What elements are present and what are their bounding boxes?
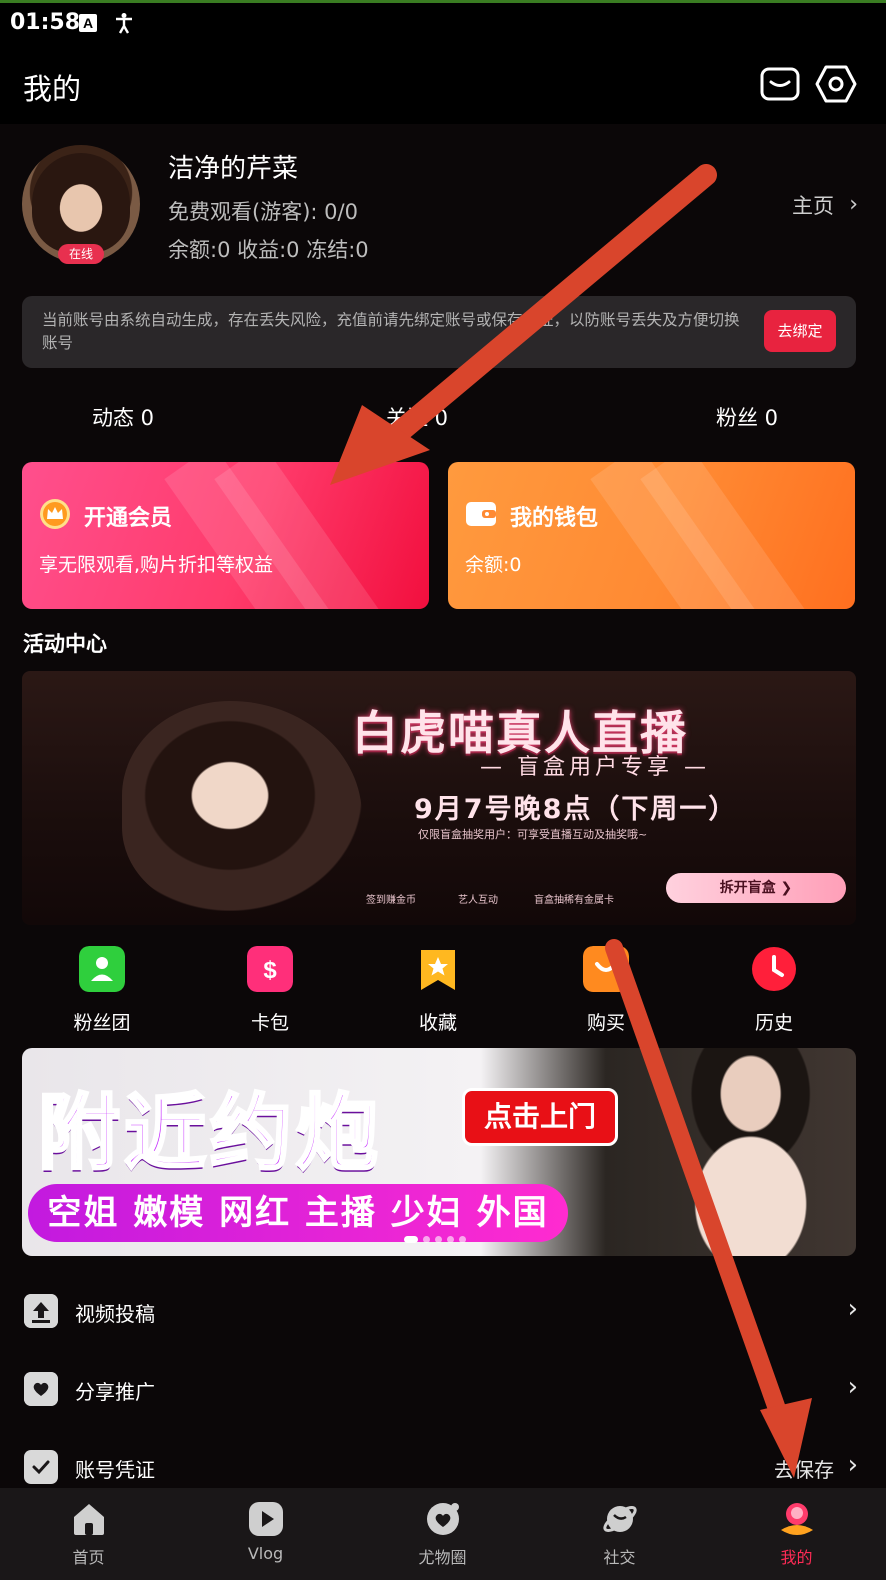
menu-label: 分享推广 — [75, 1380, 155, 1404]
home-link[interactable]: 主页 — [792, 190, 834, 220]
save-credential-link[interactable]: 去保存 — [774, 1454, 834, 1483]
tab-label: 社交 — [603, 1548, 636, 1567]
accessibility-icon — [116, 13, 132, 34]
promo-tags: 空姐 嫩模 网红 主播 少妇 外国 — [28, 1184, 568, 1242]
banner-feature-checkin: 签到赚金币 — [366, 895, 416, 906]
open-blindbox-button[interactable]: 拆开盲盒 ❯ — [666, 873, 846, 903]
crown-icon — [40, 499, 70, 529]
banner-model-image — [122, 701, 362, 911]
banner-subtitle: — 盲盒用户专享 — — [480, 755, 710, 780]
heart-bubble-icon — [427, 1503, 459, 1535]
page-title: 我的 — [23, 72, 82, 106]
wallet-card-balance: 余额:0 — [465, 554, 522, 576]
stat-following[interactable]: 关注 0 — [386, 402, 448, 432]
quick-purchases[interactable]: 购买 — [551, 944, 661, 1036]
profile-name: 洁净的芹菜 — [168, 154, 299, 184]
quick-label: 粉丝团 — [73, 1012, 131, 1034]
account-notice: 当前账号由系统自动生成，存在丢失风险，充值前请先绑定账号或保存凭证，以防账号丢失… — [22, 296, 856, 368]
top-bar: 我的 — [0, 44, 886, 124]
promo-headline: 附近约炮 — [36, 1085, 383, 1183]
promo-button[interactable]: 点击上门 — [462, 1088, 618, 1146]
status-bar: 01:58 A — [0, 0, 886, 44]
banner-fine-print: 仅限盲盒抽奖用户：可享受直播互动及抽奖哦~ — [418, 828, 648, 841]
share-heart-icon — [24, 1372, 58, 1406]
quick-label: 购买 — [586, 1012, 625, 1034]
quick-card-pack[interactable]: $ 卡包 — [215, 944, 325, 1036]
chevron-right-icon: › — [847, 1372, 858, 1402]
chevron-right-icon: › — [847, 1294, 858, 1324]
settings-icon[interactable] — [814, 62, 858, 106]
tab-label: Vlog — [247, 1544, 284, 1563]
tab-vlog[interactable]: Vlog — [177, 1488, 354, 1580]
stats-row: 动态 0 关注 0 粉丝 0 — [0, 398, 886, 438]
profile-balance: 余额:0 收益:0 冻结:0 — [168, 238, 369, 262]
quick-actions: 粉丝团 $ 卡包 收藏 购买 历史 — [0, 944, 886, 1036]
promo-banner[interactable]: 附近约炮 点击上门 空姐 嫩模 网红 主播 少妇 外国 — [22, 1048, 856, 1256]
profile-icon — [781, 1503, 813, 1535]
menu-label: 账号凭证 — [75, 1458, 155, 1482]
quick-label: 卡包 — [250, 1012, 289, 1034]
bottom-tab-bar: 首页 Vlog 尤物圈 社交 我的 — [0, 1488, 886, 1580]
status-time: 01:58 — [10, 10, 81, 35]
stat-fans[interactable]: 粉丝 0 — [716, 402, 778, 432]
coupon-icon: $ — [247, 946, 293, 992]
quick-favorites[interactable]: 收藏 — [383, 944, 493, 1036]
wallet-icon — [466, 502, 496, 526]
menu-video-upload[interactable]: 视频投稿 › — [0, 1276, 886, 1352]
quick-history[interactable]: 历史 — [719, 944, 829, 1036]
planet-icon — [603, 1506, 637, 1532]
promo-model-image — [622, 1048, 856, 1256]
quick-fan-club[interactable]: 粉丝团 — [47, 944, 157, 1036]
vip-card[interactable]: 开通会员 享无限观看,购片折扣等权益 — [22, 462, 429, 609]
chevron-right-icon: › — [847, 1450, 858, 1480]
font-a-icon: A — [79, 14, 97, 32]
profile-section: 洁净的芹菜 免费观看(游客): 0/0 余额:0 收益:0 冻结:0 主页 › — [0, 124, 886, 294]
clock-icon — [752, 947, 796, 991]
shopping-bag-icon — [583, 946, 629, 992]
shield-check-icon — [24, 1450, 58, 1484]
quick-label: 收藏 — [418, 1012, 457, 1034]
wallet-card[interactable]: 我的钱包 余额:0 — [448, 462, 855, 609]
svg-text:A: A — [83, 15, 93, 31]
vip-card-title: 开通会员 — [84, 506, 173, 531]
tab-home[interactable]: 首页 — [0, 1488, 177, 1580]
tab-label: 我的 — [780, 1548, 813, 1567]
banner-feature-blindbox: 盲盒抽稀有金属卡 — [534, 895, 614, 906]
tab-mine[interactable]: 我的 — [708, 1488, 885, 1580]
svg-text:$: $ — [263, 957, 277, 984]
menu-label: 视频投稿 — [75, 1302, 155, 1326]
tab-social[interactable]: 社交 — [531, 1488, 708, 1580]
home-icon — [74, 1504, 104, 1535]
online-badge: 在线 — [58, 244, 104, 264]
notice-text: 当前账号由系统自动生成，存在丢失风险，充值前请先绑定账号或保存凭证，以防账号丢失… — [42, 311, 740, 352]
tab-label: 首页 — [72, 1548, 105, 1567]
fan-club-icon — [79, 946, 125, 992]
profile-watch-count: 免费观看(游客): 0/0 — [168, 200, 358, 224]
upload-icon — [24, 1294, 58, 1328]
message-icon[interactable] — [758, 62, 802, 106]
stat-posts[interactable]: 动态 0 — [92, 402, 154, 432]
menu-share-promote[interactable]: 分享推广 › — [0, 1354, 886, 1430]
tab-beauty-circle[interactable]: 尤物圈 — [354, 1488, 531, 1580]
bind-account-button[interactable]: 去绑定 — [764, 310, 836, 352]
tab-label: 尤物圈 — [418, 1548, 467, 1567]
wallet-card-title: 我的钱包 — [510, 506, 599, 531]
carousel-dots[interactable] — [404, 1228, 471, 1247]
banner-date: 9月7号晚8点（下周一） — [414, 794, 738, 825]
star-bookmark-icon — [421, 950, 455, 990]
activity-section-title: 活动中心 — [23, 632, 107, 656]
quick-label: 历史 — [754, 1012, 793, 1034]
banner-feature-interact: 艺人互动 — [458, 895, 498, 906]
live-stream-banner[interactable]: 白虎喵真人直播 — 盲盒用户专享 — 9月7号晚8点（下周一） 仅限盲盒抽奖用户… — [22, 671, 856, 925]
vip-card-subtitle: 享无限观看,购片折扣等权益 — [39, 554, 274, 576]
chevron-right-icon[interactable]: › — [849, 192, 858, 217]
play-icon — [249, 1502, 283, 1536]
